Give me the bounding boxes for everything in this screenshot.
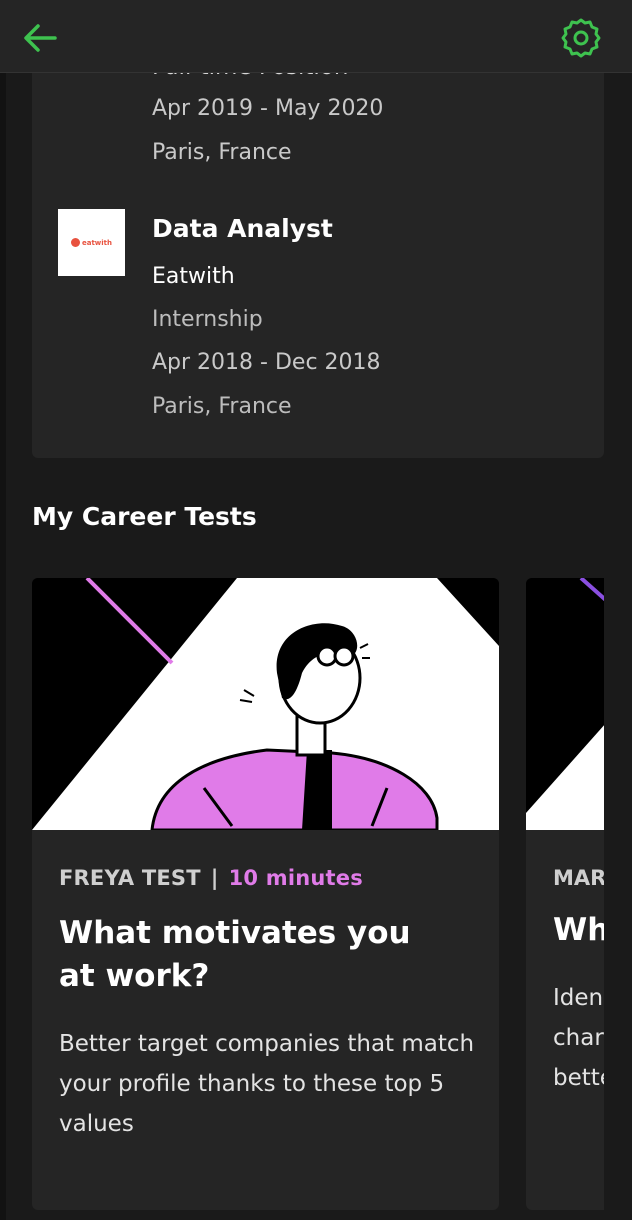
job-location: Paris, France [152, 394, 292, 419]
back-button[interactable] [20, 18, 64, 58]
gear-icon [561, 18, 601, 58]
logo-dot-icon [70, 238, 80, 247]
profile-screen: Full-time Position Apr 2019 - May 2020 P… [6, 0, 632, 1220]
job-type: Internship [152, 307, 263, 332]
viewport-edge [604, 570, 632, 1220]
company-logo-text: eatwith [81, 238, 112, 247]
test-description: Better target companies that match your … [59, 1031, 475, 1137]
meta-separator: | [210, 866, 219, 890]
job-title: Data Analyst [152, 214, 333, 243]
company-name: Eatwith [152, 264, 235, 289]
career-test-card[interactable]: FREYA TEST | 10 minutes What motivates you… [32, 578, 499, 1210]
previous-job-location: Paris, France [152, 140, 292, 165]
job-dates: Apr 2018 - Dec 2018 [152, 350, 381, 375]
test-brand-next: MAR [553, 866, 607, 890]
test-meta: FREYA TEST | 10 minutes [59, 866, 363, 890]
previous-job-dates: Apr 2019 - May 2020 [152, 96, 384, 121]
experience-card: Full-time Position Apr 2019 - May 2020 P… [32, 40, 604, 458]
settings-button[interactable] [558, 15, 604, 61]
arrow-left-icon [24, 24, 57, 52]
test-brand: FREYA TEST [59, 866, 201, 890]
top-app-bar [0, 0, 632, 73]
test-duration: 10 minutes [228, 866, 363, 890]
test-title-next: Wh [553, 912, 610, 948]
test-title: What motivates you at work? [59, 915, 411, 994]
test-illustration [32, 578, 499, 830]
company-logo: eatwith [58, 209, 125, 276]
section-title: My Career Tests [32, 502, 257, 531]
